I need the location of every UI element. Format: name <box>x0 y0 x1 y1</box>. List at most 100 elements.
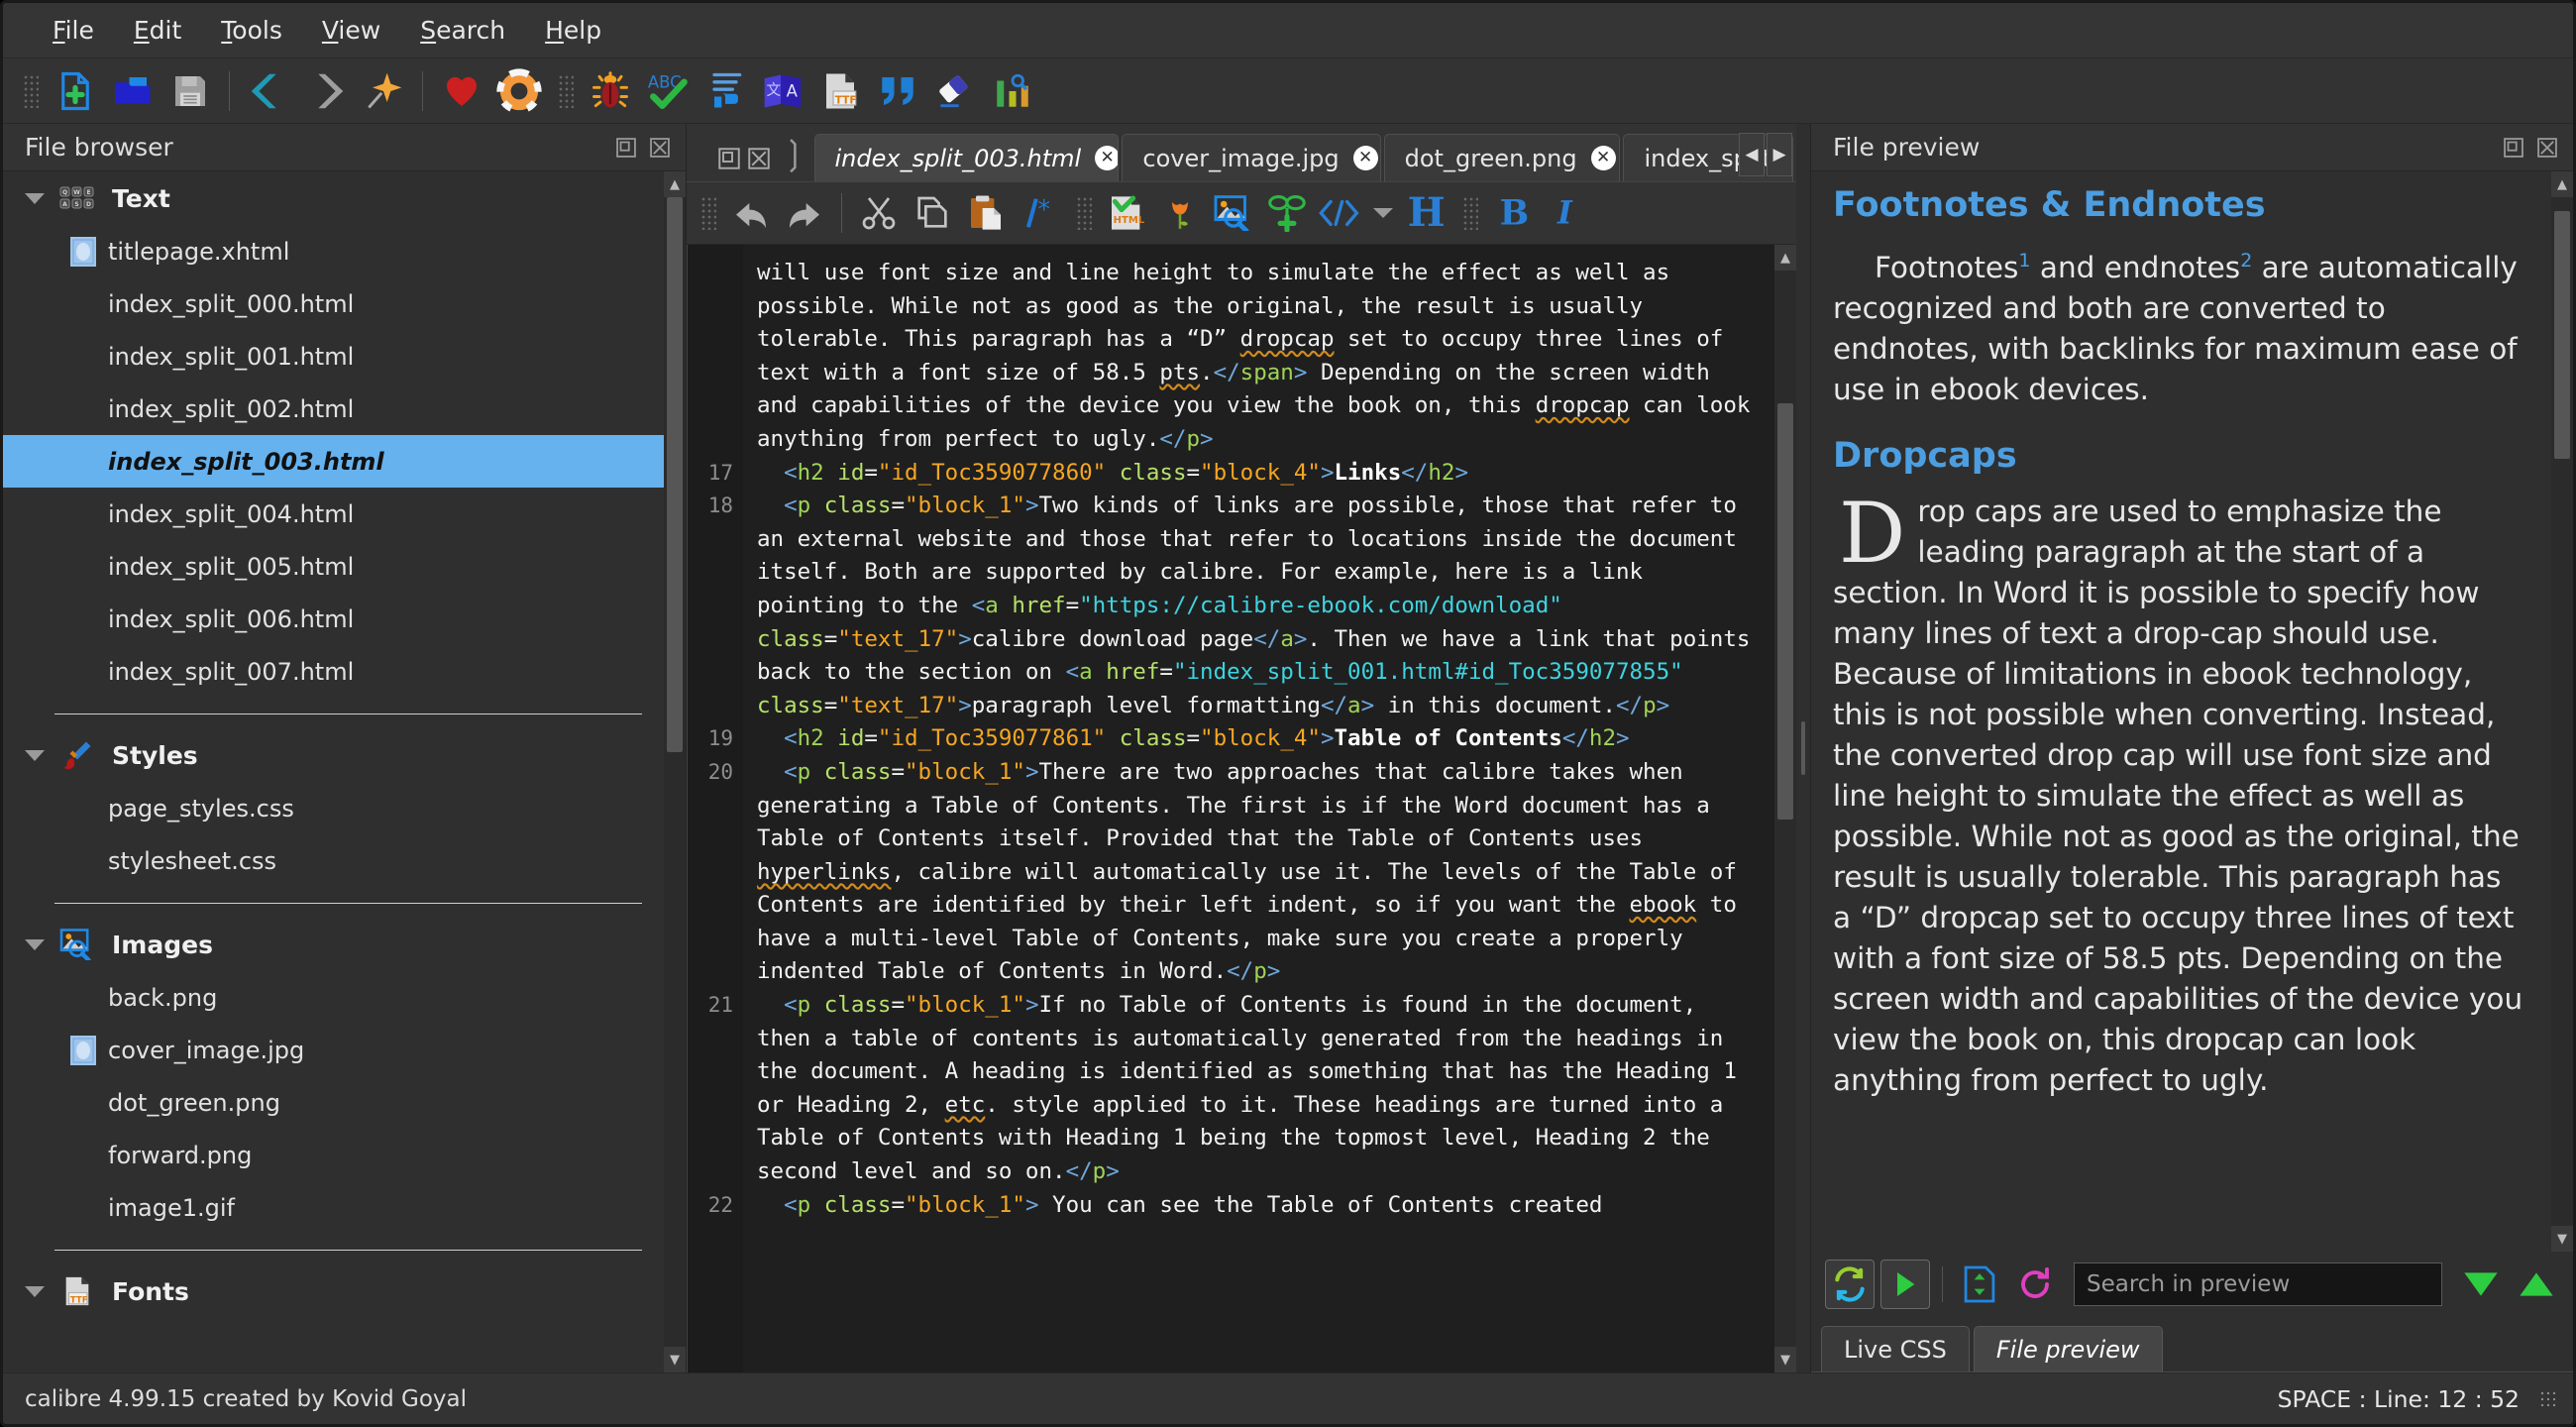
close-icon[interactable] <box>646 134 674 162</box>
scroll-down-icon[interactable]: ▼ <box>1774 1347 1796 1372</box>
search-input[interactable]: Search in preview <box>2074 1262 2442 1306</box>
file-item-stylesheet[interactable]: stylesheet.css <box>3 834 664 887</box>
insert-link-icon[interactable] <box>1263 189 1311 237</box>
chevron-down-icon[interactable] <box>25 749 45 761</box>
quote-icon[interactable] <box>873 66 922 116</box>
chevron-down-icon[interactable] <box>25 938 45 950</box>
play-icon[interactable] <box>1880 1260 1930 1309</box>
menu-file[interactable]: File <box>33 12 114 49</box>
scroll-down-icon[interactable]: ▼ <box>664 1347 686 1372</box>
paste-icon[interactable] <box>962 189 1010 237</box>
resize-grip[interactable] <box>2539 1389 2557 1408</box>
file-item-image1-gif[interactable]: image1.gif <box>3 1181 664 1234</box>
code-content[interactable]: will use font size and line height to si… <box>743 245 1774 1372</box>
file-item-index-007[interactable]: index_split_007.html <box>3 645 664 698</box>
tab-dot-green[interactable]: dot_green.png ✕ <box>1383 134 1621 181</box>
close-icon[interactable] <box>746 146 772 171</box>
scroll-up-icon[interactable]: ▲ <box>2551 171 2573 197</box>
lifebuoy-icon[interactable] <box>494 66 544 116</box>
file-item-index-003[interactable]: index_split_003.html <box>3 435 664 488</box>
forward-arrow-icon[interactable] <box>301 66 351 116</box>
heart-icon[interactable] <box>437 66 486 116</box>
new-file-icon[interactable] <box>51 66 100 116</box>
find-next-icon[interactable] <box>2512 1260 2561 1309</box>
chevron-down-icon[interactable] <box>25 1285 45 1297</box>
menu-view[interactable]: View <box>302 12 400 49</box>
menu-tools[interactable]: Tools <box>201 12 302 49</box>
scroll-right-icon[interactable]: ▶ <box>1767 133 1792 176</box>
italic-icon[interactable]: I <box>1543 189 1590 237</box>
tree-group-fonts[interactable]: TTF Fonts <box>3 1264 664 1318</box>
undock-icon[interactable] <box>612 134 640 162</box>
scrollbar-thumb[interactable] <box>1777 403 1793 820</box>
file-item-cover-image[interactable]: cover_image.jpg <box>3 1024 664 1076</box>
code-tag-icon[interactable] <box>1317 189 1364 237</box>
insert-image-icon[interactable] <box>1210 189 1257 237</box>
tree-group-text[interactable]: QWE AS D Text <box>3 171 664 225</box>
auto-reload-icon[interactable] <box>1825 1260 1875 1309</box>
pin-star-icon[interactable] <box>359 66 408 116</box>
code-editor[interactable]: 17 18 19 20 21 22 will use font size and… <box>687 245 1796 1372</box>
file-item-index-001[interactable]: index_split_001.html <box>3 330 664 383</box>
footnote-marker-2[interactable]: 2 <box>2240 250 2252 272</box>
bug-icon[interactable] <box>586 66 635 116</box>
scrollbar-thumb[interactable] <box>2554 211 2570 459</box>
file-item-page-styles[interactable]: page_styles.css <box>3 782 664 834</box>
tab-cover-image[interactable]: cover_image.jpg ✕ <box>1122 134 1381 181</box>
undo-icon[interactable] <box>727 189 775 237</box>
sync-position-icon[interactable] <box>1955 1260 2004 1309</box>
file-item-dot-green[interactable]: dot_green.png <box>3 1076 664 1129</box>
toolbar-drag-handle-2[interactable] <box>558 73 574 108</box>
tab-file-preview[interactable]: File preview <box>1973 1326 2163 1372</box>
close-icon[interactable]: ✕ <box>1095 146 1119 170</box>
chevron-down-icon[interactable] <box>1370 189 1396 237</box>
file-item-index-002[interactable]: index_split_002.html <box>3 383 664 435</box>
menu-help[interactable]: Help <box>525 12 621 49</box>
spellcheck-icon[interactable]: ABC <box>643 66 693 116</box>
menu-search[interactable]: Search <box>400 12 525 49</box>
find-prev-icon[interactable] <box>2456 1260 2506 1309</box>
toolbar-drag-handle[interactable] <box>23 73 39 108</box>
scroll-left-icon[interactable]: ◀ <box>1739 133 1765 176</box>
tab-index-split-003[interactable]: index_split_003.html ✕ <box>813 134 1120 181</box>
html-check-icon[interactable]: HTML <box>1103 189 1150 237</box>
scroll-up-icon[interactable]: ▲ <box>664 171 686 197</box>
scroll-down-icon[interactable]: ▼ <box>2551 1226 2573 1252</box>
scroll-up-icon[interactable]: ▲ <box>1774 245 1796 271</box>
preview-scrollbar[interactable]: ▲ ▼ <box>2551 171 2573 1252</box>
close-icon[interactable] <box>2533 134 2561 162</box>
save-icon[interactable] <box>165 66 215 116</box>
tulip-icon[interactable] <box>1156 189 1204 237</box>
bold-icon[interactable]: B <box>1489 189 1537 237</box>
redo-icon[interactable] <box>781 189 828 237</box>
editor-toolbar-handle[interactable] <box>700 196 716 230</box>
chevron-down-icon[interactable] <box>25 192 45 204</box>
indent-icon[interactable] <box>700 66 750 116</box>
editor-toolbar-handle-3[interactable] <box>1462 196 1478 230</box>
comment-icon[interactable]: * <box>1016 189 1063 237</box>
editor-toolbar-handle-2[interactable] <box>1076 196 1092 230</box>
preview-body[interactable]: Footnotes & Endnotes Footnotes1 and endn… <box>1811 171 2573 1252</box>
cut-icon[interactable] <box>855 189 903 237</box>
file-item-titlepage[interactable]: titlepage.xhtml <box>3 225 664 277</box>
file-item-forward-png[interactable]: forward.png <box>3 1129 664 1181</box>
editor-scrollbar[interactable]: ▲ ▼ <box>1774 245 1796 1372</box>
translate-icon[interactable]: 文 A <box>758 66 807 116</box>
tab-live-css[interactable]: Live CSS <box>1821 1326 1970 1372</box>
file-item-index-000[interactable]: index_split_000.html <box>3 277 664 330</box>
close-icon[interactable]: ✕ <box>1352 146 1378 170</box>
file-item-back-png[interactable]: back.png <box>3 971 664 1024</box>
close-icon[interactable]: ✕ <box>1590 146 1616 170</box>
undock-icon[interactable] <box>716 146 742 171</box>
back-arrow-icon[interactable] <box>244 66 293 116</box>
file-item-index-006[interactable]: index_split_006.html <box>3 593 664 645</box>
tree-group-images[interactable]: Images <box>3 918 664 971</box>
footnote-marker-1[interactable]: 1 <box>2018 250 2030 272</box>
file-browser-scrollbar[interactable]: ▲ ▼ <box>664 171 686 1372</box>
scrollbar-thumb[interactable] <box>667 197 683 752</box>
heading-icon[interactable]: H <box>1402 189 1449 237</box>
refresh-icon[interactable] <box>2010 1260 2060 1309</box>
bar-chart-icon[interactable] <box>988 66 1037 116</box>
splitter-handle[interactable] <box>1796 124 1810 1372</box>
file-item-index-005[interactable]: index_split_005.html <box>3 540 664 593</box>
